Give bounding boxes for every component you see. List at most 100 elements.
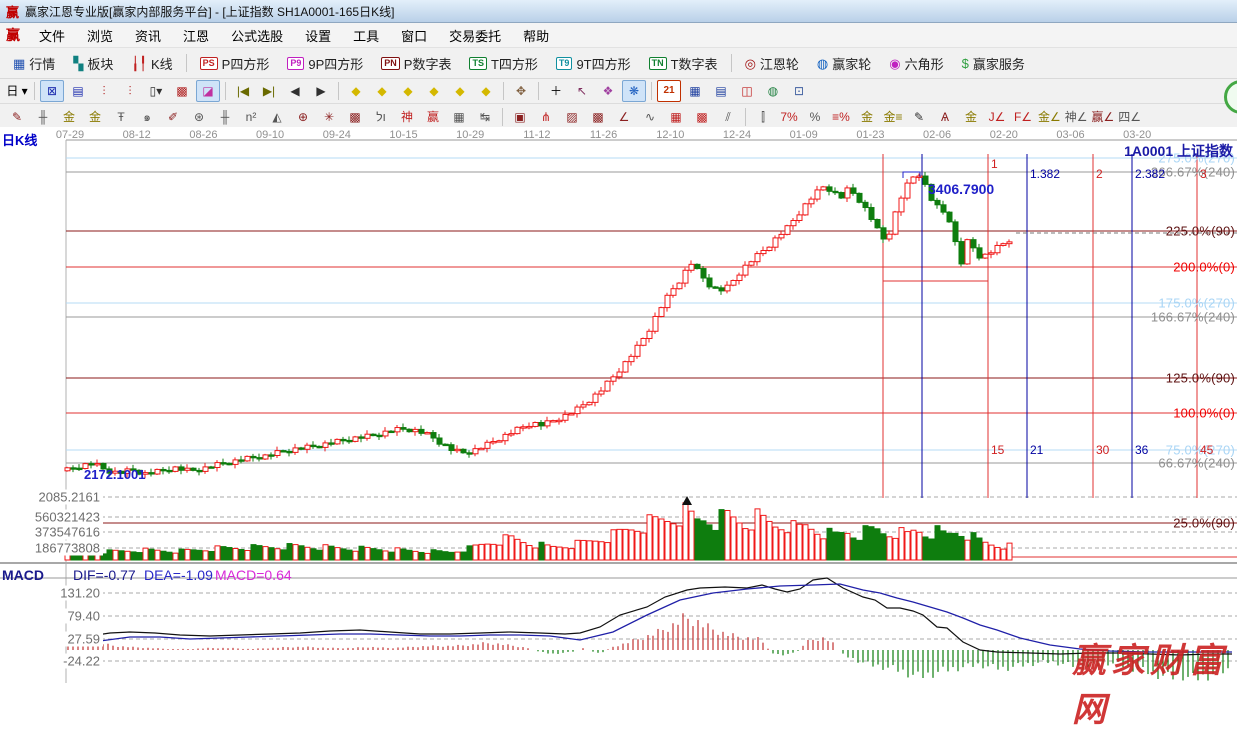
box-tool-icon[interactable]: ▣ [508,106,532,128]
spiral-icon[interactable]: ๑ [135,106,159,128]
ruler-grid-icon[interactable]: ▦ [447,106,471,128]
9p-square-icon: P9 [287,57,304,70]
export-web-icon[interactable]: ◍ [761,80,785,102]
web-tool-icon[interactable]: ❖ [596,80,620,102]
pct-icon[interactable]: % [803,106,827,128]
gold-angle-icon[interactable]: 金∠ [1037,106,1062,128]
pen-small-icon[interactable]: ✎ [907,106,931,128]
shen-angle-icon[interactable]: 神∠ [1064,106,1089,128]
dense-grid-icon[interactable]: ╫ [213,106,237,128]
toolbar-9p-square-button[interactable]: P99P四方形 [278,50,372,77]
compass-icon[interactable]: ⊛ [187,106,211,128]
diamond-h-icon[interactable]: ◆ [396,80,420,102]
win-grid-icon[interactable]: 赢 [421,106,445,128]
menu-资讯[interactable]: 资讯 [124,26,172,47]
wave-angle-icon[interactable]: ∿ [638,106,662,128]
gold-grid-1-icon[interactable]: 金 [57,106,81,128]
win-angle-icon[interactable]: 赢∠ [1091,106,1116,128]
macd-dea-value: DEA=-1.09 [144,567,213,583]
toolbar-9t-square-button[interactable]: T99T四方形 [547,50,640,77]
gold-3-icon[interactable]: 金≡ [881,106,905,128]
angle-mirror-icon[interactable]: ◭ [265,106,289,128]
gann-grid-icon[interactable]: ▩ [170,80,194,102]
menu-帮助[interactable]: 帮助 [512,26,560,47]
toolbar-winner-service-button[interactable]: $赢家服务 [953,50,1034,77]
a-wave-icon[interactable]: Ѧ [933,106,957,128]
toolbar-t-number-button[interactable]: TNT数字表 [640,50,727,77]
shen-grid-icon[interactable]: 神 [395,106,419,128]
slashes-icon[interactable]: ⫽ [716,106,740,128]
diamond-right-icon[interactable]: ◆ [370,80,394,102]
stats-bar-icon[interactable]: ⫿ [751,106,775,128]
gold-circle-icon[interactable]: 金 [855,106,879,128]
smart-analysis-icon[interactable]: ❋ [622,80,646,102]
bars-9-icon[interactable]: ⫶ [118,80,142,102]
period-day-dropdown[interactable]: 日 ▾ [5,80,29,102]
first-page-button[interactable]: |◀ [231,80,255,102]
box-net-icon[interactable]: ▩ [586,106,610,128]
pan-hand-icon[interactable]: ✥ [509,80,533,102]
main-chart-icon[interactable]: ⊠ [40,80,64,102]
four-angle-icon[interactable]: 四∠ [1117,106,1142,128]
j-angle-icon[interactable]: J∠ [985,106,1009,128]
toolbar-quotes-button[interactable]: ▦行情 [4,50,64,77]
diamond-all-icon[interactable]: ◆ [474,80,498,102]
menu-公式选股[interactable]: 公式选股 [220,26,294,47]
menu-窗口[interactable]: 窗口 [390,26,438,47]
kline-label: K线 [151,54,173,73]
n-mark-icon[interactable]: ול [369,106,393,128]
diamond-v-icon[interactable]: ◆ [448,80,472,102]
bars-3-icon[interactable]: ⫶ [92,80,116,102]
color-chart-icon[interactable]: ◪ [196,80,220,102]
menu-设置[interactable]: 设置 [294,26,342,47]
gold-line-icon[interactable]: 金 [959,106,983,128]
draw-marker-icon[interactable]: ✐ [161,106,185,128]
menu-文件[interactable]: 文件 [28,26,76,47]
menu-交易委托[interactable]: 交易委托 [438,26,512,47]
n-square-icon[interactable]: n² [239,106,263,128]
price-chart-canvas[interactable] [0,127,1237,683]
calendar-icon[interactable]: 21 [657,80,681,102]
red-grid-icon[interactable]: ▦ [664,106,688,128]
menu-江恩[interactable]: 江恩 [172,26,220,47]
menu-工具[interactable]: 工具 [342,26,390,47]
toolbar-p-number-button[interactable]: PNP数字表 [372,50,460,77]
circle-cross-icon[interactable]: ⊕ [291,106,315,128]
toolbar-kline-button[interactable]: ╽╿K线 [122,50,181,77]
gold-grid-2-icon[interactable]: 金 [83,106,107,128]
angle-lines-icon[interactable]: ∠ [612,106,636,128]
toolbar-hexagon-button[interactable]: ◉六角形 [880,50,952,77]
select-pointer-icon[interactable]: ↖ [570,80,594,102]
star-web-icon[interactable]: ✳ [317,106,341,128]
pct-3-icon[interactable]: ≡% [829,106,853,128]
calculator-icon[interactable]: ▦ [683,80,707,102]
toolbar-winner-wheel-button[interactable]: ◍赢家轮 [808,50,880,77]
toolbar-gann-wheel-button[interactable]: ◎江恩轮 [736,50,808,77]
candle-style-dropdown[interactable]: ▯▾ [144,80,168,102]
notes-icon[interactable]: ▤ [709,80,733,102]
f10-info-icon[interactable]: ▤ [66,80,90,102]
rays-icon[interactable]: ⋔ [534,106,558,128]
toolbar-sectors-button[interactable]: ▚板块 [64,50,122,77]
pct-7-icon[interactable]: 7% [777,106,801,128]
last-page-button[interactable]: ▶| [257,80,281,102]
square-web-icon[interactable]: ▩ [343,106,367,128]
width-arrow-icon[interactable]: ↹ [473,106,497,128]
f-angle-icon[interactable]: F∠ [1011,106,1035,128]
save-icon[interactable]: ◫ [735,80,759,102]
next-page-button[interactable]: ▶ [309,80,333,102]
diamond-left-icon[interactable]: ◆ [344,80,368,102]
gann-grid-tool-icon[interactable]: ╫ [31,106,55,128]
menu-浏览[interactable]: 浏览 [76,26,124,47]
send-pc-icon[interactable]: ⊡ [787,80,811,102]
toolbar-t-square-button[interactable]: TST四方形 [460,50,546,77]
f-grid-icon[interactable]: Ŧ [109,106,133,128]
title-bar[interactable]: 赢 赢家江恩专业版[赢家内部服务平台] - [上证指数 SH1A0001-165… [0,0,1237,23]
draw-pen-icon[interactable]: ✎ [5,106,29,128]
red-grid-2-icon[interactable]: ▩ [690,106,714,128]
box-x-icon[interactable]: ▨ [560,106,584,128]
toolbar-p-square-button[interactable]: PSP四方形 [191,50,279,77]
crosshair-icon[interactable]: ＋ [544,80,568,102]
prev-page-button[interactable]: ◀ [283,80,307,102]
diamond-expand-icon[interactable]: ◆ [422,80,446,102]
